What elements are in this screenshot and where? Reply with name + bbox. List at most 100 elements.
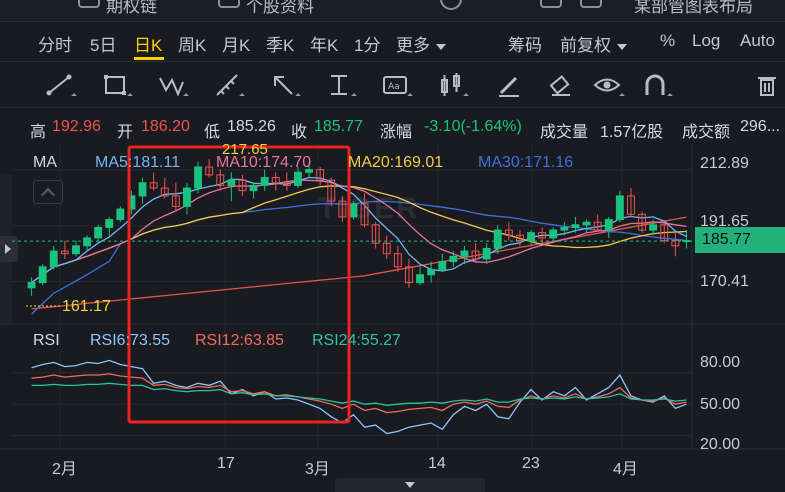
measure-tool-icon[interactable] [212, 70, 245, 100]
candle-body [83, 237, 91, 247]
wave-tool-icon[interactable] [156, 70, 189, 100]
log-toggle[interactable]: Log [692, 31, 720, 51]
candle-body [27, 282, 36, 289]
profile-icon[interactable] [218, 0, 240, 8]
candle-body [227, 179, 236, 186]
candle-body [582, 221, 591, 226]
ma5-legend: MA5:181.11 [95, 154, 181, 171]
candle-body [615, 195, 624, 221]
period-yearly[interactable]: 年K [310, 31, 338, 56]
chart-area[interactable]: TIGER MA MA5:181.11 MA10:174.70 MA20:169… [0, 141, 785, 492]
top-strip: 期权链 个股资料 某部管图表布局 [0, 0, 785, 22]
volume-value: 1.57亿股 [600, 124, 664, 141]
candle-body [560, 226, 569, 231]
candle-body [438, 261, 447, 270]
svg-text:Aa: Aa [388, 82, 400, 92]
period-daily[interactable]: 日K [134, 31, 162, 56]
period-more[interactable]: 更多 [396, 31, 446, 56]
refresh-icon[interactable] [440, 0, 462, 10]
high-value: 192.96 [52, 118, 101, 135]
chips-button[interactable]: 筹码 [508, 31, 542, 56]
rsi-tick-1: 80.00 [700, 354, 741, 371]
rsi24-legend: RSI24:55.27 [312, 332, 401, 349]
window-icon[interactable] [540, 0, 562, 8]
auto-toggle[interactable]: Auto [740, 31, 775, 51]
adjust-select-label: 前复权 [560, 36, 611, 55]
quote-bar: 高 192.96 开 186.20 低 185.26 收 185.77 涨幅 -… [0, 110, 785, 144]
candle-body [604, 219, 613, 231]
candle-body [482, 247, 491, 260]
candle-body [249, 184, 258, 192]
kline-chart-svg[interactable] [0, 144, 785, 492]
arrow-tool-icon[interactable] [268, 70, 301, 100]
options-chain-tab[interactable]: 期权链 [106, 0, 157, 17]
close-label: 收 [291, 124, 308, 141]
eraser-icon[interactable] [546, 70, 576, 100]
candle-tool-icon[interactable] [436, 70, 469, 100]
ma20-legend: MA20:169.01 [348, 154, 444, 171]
change-value: -3.10(-1.64%) [424, 118, 522, 135]
ma-legend-title[interactable]: MA [33, 154, 57, 172]
candle-body [493, 229, 502, 249]
text-label-tool-icon[interactable]: Aa [380, 70, 413, 100]
chart-layout-label[interactable]: 某部管图表布局 [634, 0, 753, 17]
change-label: 涨幅 [380, 124, 413, 141]
date-tick-apr: 4月 [613, 461, 638, 478]
options-icon[interactable] [78, 0, 100, 8]
candle-body [349, 203, 358, 218]
high-label: 高 [30, 124, 47, 141]
period-more-label: 更多 [396, 36, 430, 55]
chevron-down-icon [405, 482, 415, 488]
magnet-icon[interactable] [640, 70, 673, 100]
amount-label: 成交额 [682, 124, 731, 141]
volume-label: 成交量 [540, 124, 589, 141]
price-tick-1: 212.89 [700, 155, 749, 172]
candle-body [416, 274, 424, 284]
chevron-down-icon [617, 43, 627, 50]
expand-bottom-handle[interactable] [335, 478, 485, 492]
adjust-select[interactable]: 前复权 [560, 31, 627, 56]
rsi-tick-3: 20.00 [700, 436, 741, 453]
candle-body [194, 166, 202, 189]
rsi-tick-2: 50.00 [700, 396, 741, 413]
candle-body [183, 187, 191, 207]
candle-body [72, 245, 80, 255]
period-monthly[interactable]: 月K [222, 31, 250, 56]
date-tick-14: 14 [428, 455, 446, 472]
drawing-toolbar: Aa [0, 62, 785, 108]
low-price-marker: 161.17 [62, 298, 111, 315]
active-period-indicator [134, 57, 164, 60]
line-tool-icon[interactable] [44, 70, 77, 100]
date-tick-17: 17 [217, 455, 235, 472]
eye-icon[interactable] [592, 70, 625, 100]
candle-body [549, 229, 558, 239]
candle-body [105, 219, 114, 228]
date-tick-23: 23 [522, 455, 540, 472]
collapse-panel-button[interactable] [33, 180, 63, 204]
period-intraday[interactable]: 分时 [38, 31, 72, 56]
trash-icon[interactable] [752, 70, 782, 100]
close-value: 185.77 [314, 118, 363, 135]
candle-body [449, 255, 458, 263]
period-5day[interactable]: 5日 [90, 31, 116, 56]
text-range-tool-icon[interactable] [324, 70, 357, 100]
period-weekly[interactable]: 周K [178, 31, 206, 56]
open-value: 186.20 [141, 118, 190, 135]
ma30-legend: MA30:171.16 [478, 154, 574, 171]
layout-icon[interactable] [580, 0, 602, 8]
candle-body [38, 266, 47, 284]
candle-body [427, 268, 436, 276]
rsi-legend-title[interactable]: RSI [33, 332, 60, 350]
company-profile-tab[interactable]: 个股资料 [246, 0, 314, 17]
candle-body [527, 232, 535, 242]
chevron-down-icon [436, 43, 446, 50]
pen-icon[interactable] [494, 70, 524, 100]
date-tick-mar: 3月 [305, 461, 330, 478]
current-price-tag: 185.77 [695, 227, 785, 253]
chevron-up-icon [40, 187, 56, 203]
period-1min[interactable]: 1分 [354, 31, 380, 56]
rect-tool-icon[interactable] [100, 70, 133, 100]
period-quarterly[interactable]: 季K [266, 31, 294, 56]
candle-body [260, 177, 269, 186]
percent-toggle[interactable]: % [660, 31, 675, 51]
